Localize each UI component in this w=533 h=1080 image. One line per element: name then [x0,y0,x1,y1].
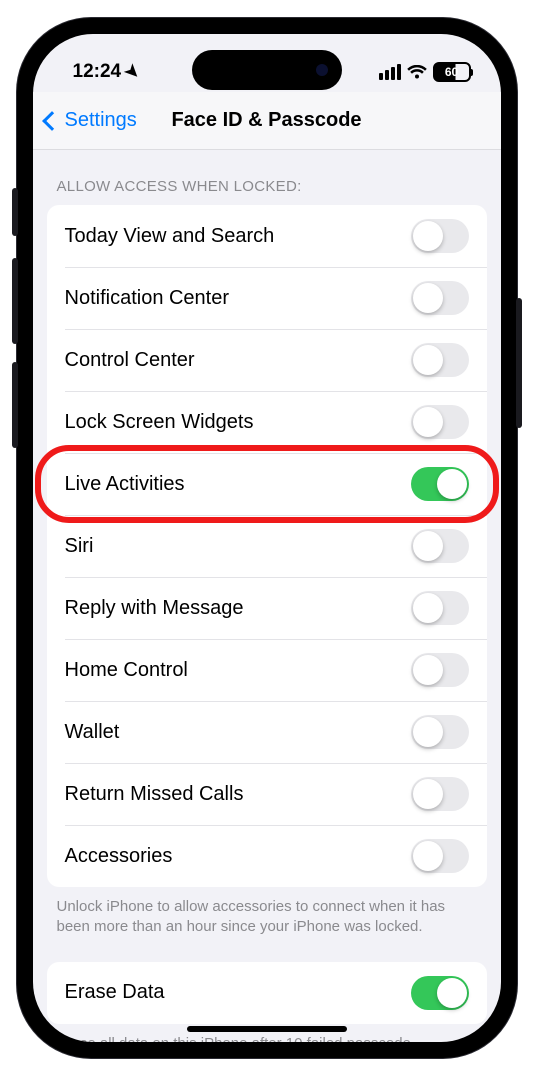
power-button [516,298,522,428]
back-label: Settings [65,109,137,132]
row-today-view-and-search: Today View and Search [47,205,487,267]
toggle-live-activities[interactable] [411,467,469,501]
cellular-icon [379,64,401,80]
row-label-notification-center: Notification Center [65,287,230,310]
row-label-reply-with-message: Reply with Message [65,597,244,620]
row-label-home-control: Home Control [65,659,188,682]
settings-content[interactable]: ALLOW ACCESS WHEN LOCKED: Today View and… [33,150,501,1042]
toggle-today-view-and-search[interactable] [411,219,469,253]
row-label-wallet: Wallet [65,721,120,744]
nav-header: Settings Face ID & Passcode [33,92,501,150]
toggle-siri[interactable] [411,529,469,563]
battery-icon: 60 [433,62,471,82]
allow-access-group: Today View and Search Notification Center… [47,205,487,887]
toggle-control-center[interactable] [411,343,469,377]
toggle-reply-with-message[interactable] [411,591,469,625]
row-wallet: Wallet [47,701,487,763]
clock: 12:24 [73,61,122,83]
row-label-accessories: Accessories [65,845,173,868]
row-label-today-view-and-search: Today View and Search [65,225,275,248]
wifi-icon [407,65,427,80]
row-control-center: Control Center [47,329,487,391]
dynamic-island [192,50,342,90]
toggle-notification-center[interactable] [411,281,469,315]
row-label-siri: Siri [65,535,94,558]
volume-up-button [12,258,18,344]
home-indicator[interactable] [187,1026,347,1032]
toggle-accessories[interactable] [411,839,469,873]
row-label-lock-screen-widgets: Lock Screen Widgets [65,411,254,434]
screen: 12:24 ➤ 60 Settings Face ID & Pa [33,34,501,1042]
row-label-control-center: Control Center [65,349,195,372]
accessories-footer: Unlock iPhone to allow accessories to co… [33,887,501,962]
battery-percent: 60 [445,65,458,79]
back-button[interactable]: Settings [45,109,137,132]
toggle-home-control[interactable] [411,653,469,687]
row-live-activities: Live Activities [47,453,487,515]
volume-down-button [12,362,18,448]
toggle-erase-data[interactable] [411,976,469,1010]
erase-data-group: Erase Data [47,962,487,1024]
chevron-left-icon [42,111,62,131]
row-accessories: Accessories [47,825,487,887]
row-home-control: Home Control [47,639,487,701]
row-label-return-missed-calls: Return Missed Calls [65,783,244,806]
toggle-lock-screen-widgets[interactable] [411,405,469,439]
row-return-missed-calls: Return Missed Calls [47,763,487,825]
iphone-frame: 12:24 ➤ 60 Settings Face ID & Pa [17,18,517,1058]
row-siri: Siri [47,515,487,577]
row-erase-data: Erase Data [47,962,487,1024]
row-lock-screen-widgets: Lock Screen Widgets [47,391,487,453]
toggle-return-missed-calls[interactable] [411,777,469,811]
row-label-erase-data: Erase Data [65,981,165,1004]
row-notification-center: Notification Center [47,267,487,329]
toggle-wallet[interactable] [411,715,469,749]
page-title: Face ID & Passcode [171,109,361,132]
row-label-live-activities: Live Activities [65,473,185,496]
location-icon: ➤ [120,60,144,84]
section-header-allow-access: ALLOW ACCESS WHEN LOCKED: [33,150,501,205]
silence-switch [12,188,18,236]
row-reply-with-message: Reply with Message [47,577,487,639]
